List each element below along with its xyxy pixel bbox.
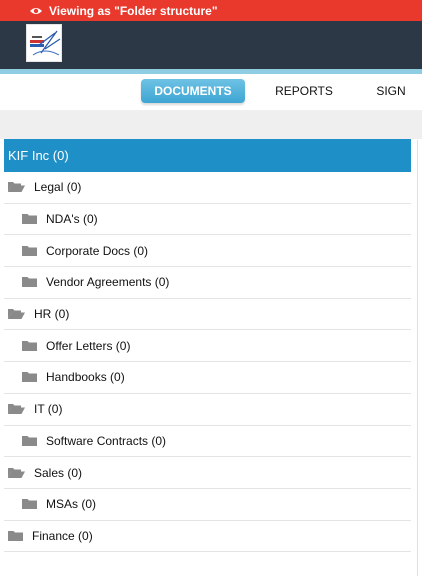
tree-root[interactable]: KIF Inc (0) [4,139,411,172]
tree-row[interactable]: Finance (0) [4,521,411,553]
tree-row-label: Finance (0) [32,528,93,543]
tree-row-label: Corporate Docs (0) [46,243,149,258]
tree-row-label: Software Contracts (0) [46,433,167,448]
tree-row[interactable]: Corporate Docs (0) [4,235,411,268]
tree-row[interactable]: Handbooks (0) [4,362,411,394]
tree-row[interactable]: NDA's (0) [4,204,411,236]
tab-documents[interactable]: DOCUMENTS [141,79,245,103]
folder-icon [21,435,38,447]
tab-sign[interactable]: SIGN [364,79,418,103]
folder-icon [21,371,38,383]
tree-row[interactable]: MSAs (0) [4,489,411,521]
main-nav: DOCUMENTS REPORTS SIGN [0,74,422,111]
folder-icon [21,340,38,352]
folder-icon [21,245,38,257]
folder-icon [21,498,38,510]
folder-icon [7,530,24,542]
tab-reports[interactable]: REPORTS [264,79,344,103]
tree-row[interactable]: Sales (0) [4,457,411,489]
tree-row-label: Handbooks (0) [46,370,125,385]
tree-row[interactable]: Legal (0) [4,172,411,204]
tree-row-label: IT (0) [34,402,63,417]
panel-border [417,140,418,576]
folder-open-icon [7,403,26,415]
folder-open-icon [7,181,26,193]
eye-icon [29,6,43,16]
folder-open-icon [7,467,26,479]
tree-row[interactable]: Vendor Agreements (0) [4,267,411,299]
tree-row[interactable]: Software Contracts (0) [4,426,411,458]
tree-row[interactable]: HR (0) [4,299,411,331]
folder-icon [21,276,38,288]
tree-row-label: HR (0) [34,307,70,322]
tree-row-label: MSAs (0) [46,497,97,512]
company-logo[interactable] [26,24,62,62]
tree-row-label: Offer Letters (0) [46,338,131,353]
tree-row-label: Vendor Agreements (0) [46,275,170,290]
spacer [0,111,422,139]
tree-row[interactable]: Offer Letters (0) [4,330,411,363]
tree-row-label: Sales (0) [34,465,83,480]
viewing-as-banner: Viewing as "Folder structure" [0,0,422,21]
tree-row-label: Legal (0) [34,180,82,195]
folder-open-icon [7,308,26,320]
folder-tree: KIF Inc (0) Legal (0) NDA's (0) Corporate … [4,139,411,553]
tree-row-label: NDA's (0) [46,212,98,227]
tree-row[interactable]: IT (0) [4,394,411,426]
banner-text: Viewing as "Folder structure" [49,3,218,18]
folder-icon [21,213,38,225]
app-header [0,21,422,69]
